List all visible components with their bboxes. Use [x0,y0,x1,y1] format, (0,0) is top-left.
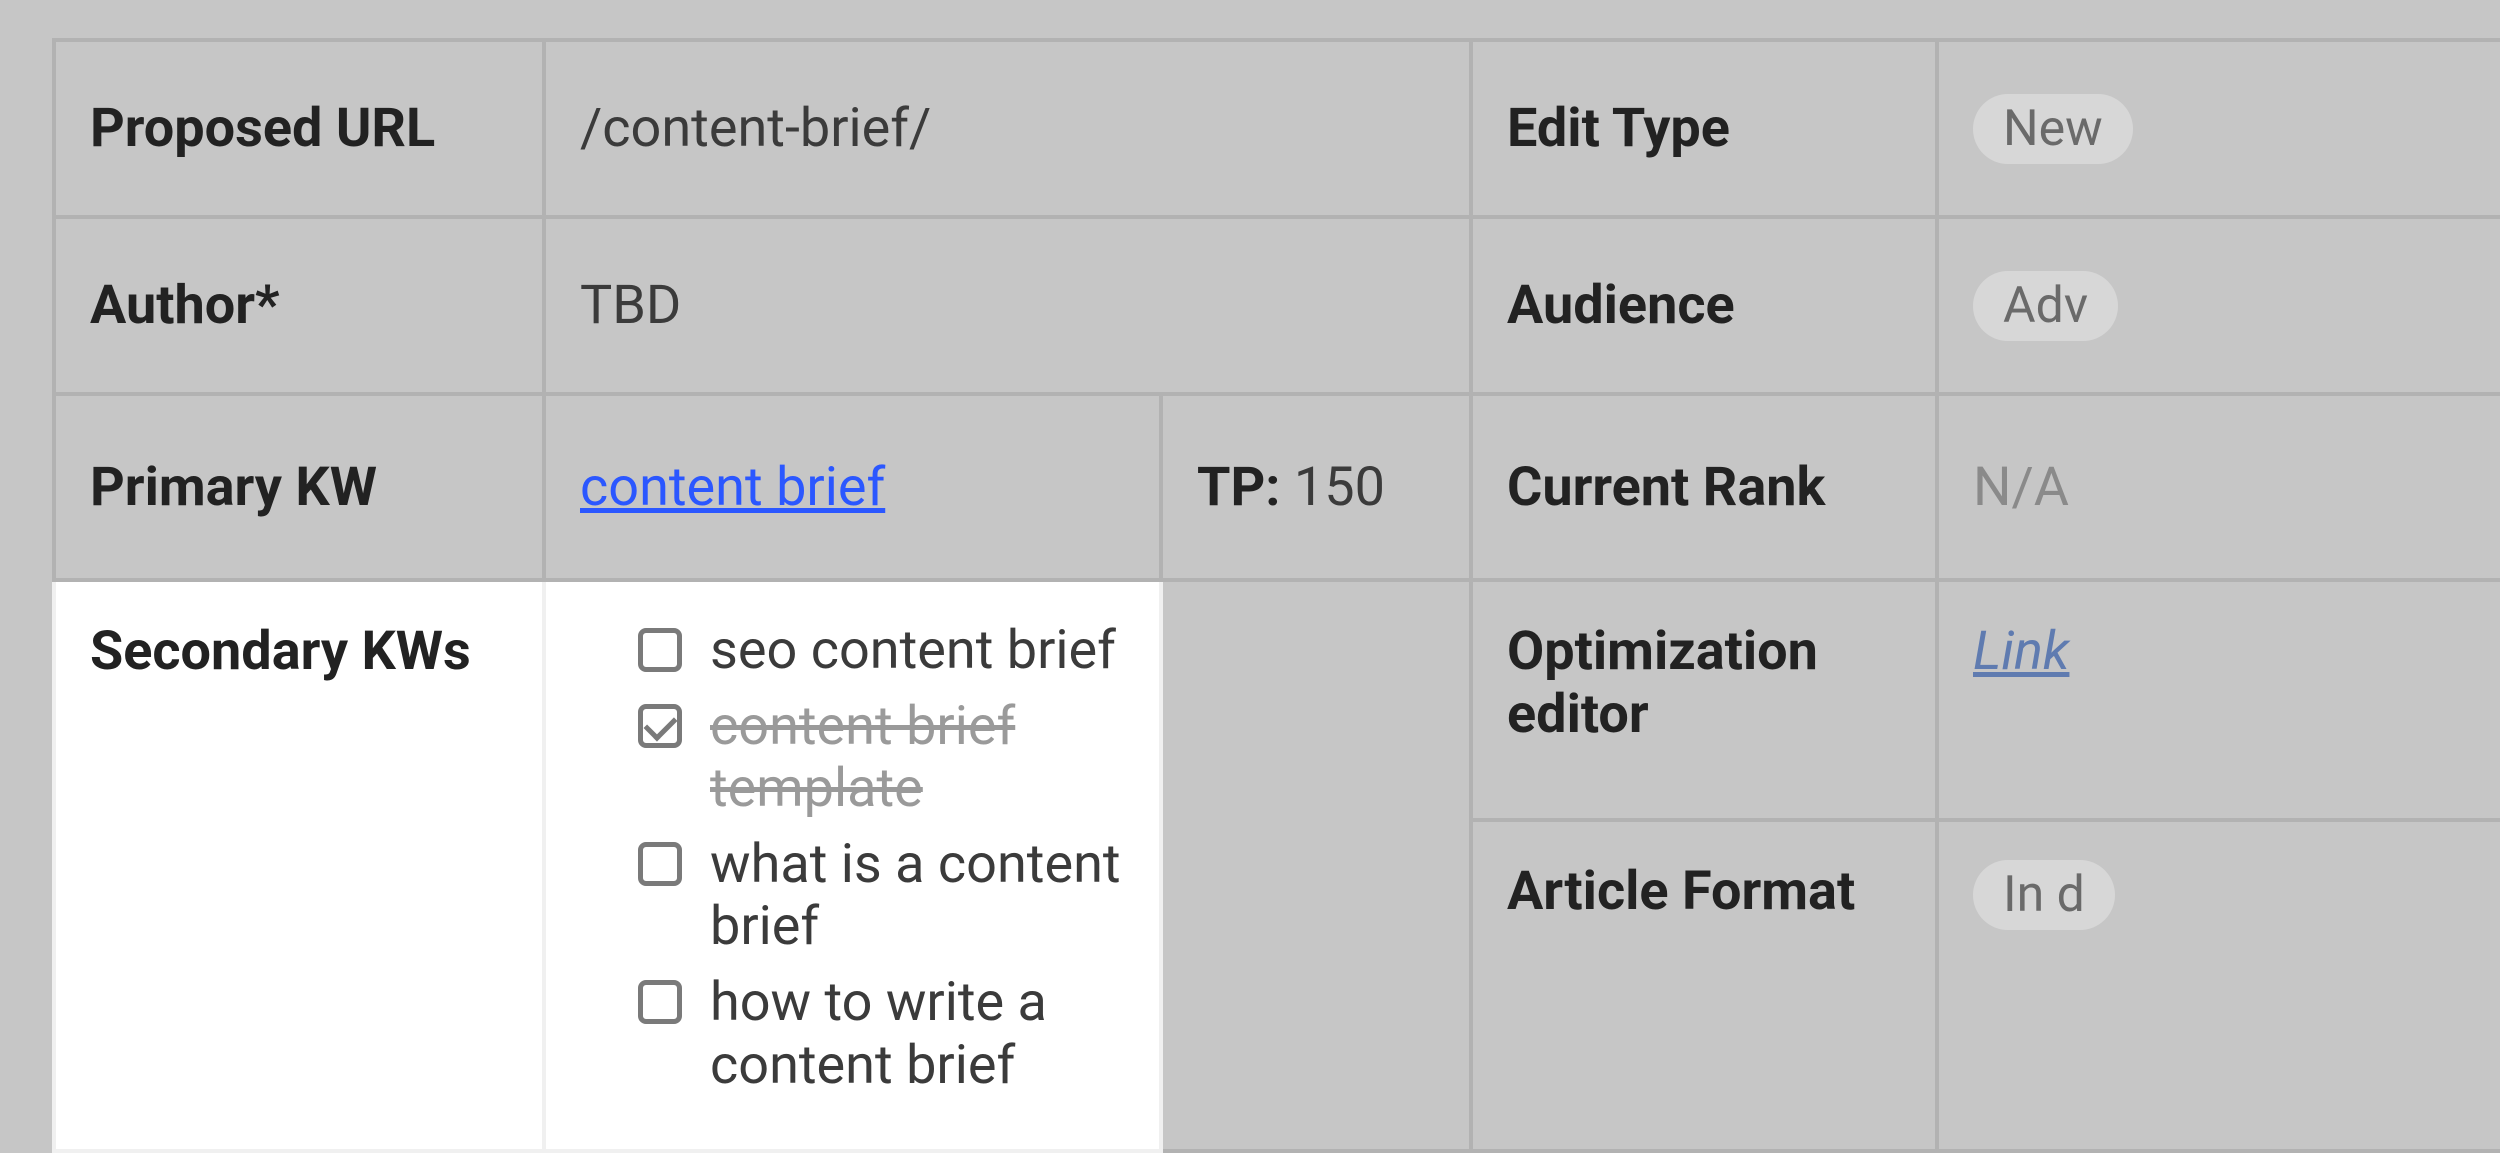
label-primary-kw: Primary KW [54,394,544,580]
secondary-kw-text: seo content brief [710,620,1116,682]
tp-label: TP: [1197,456,1280,519]
value-primary-kw[interactable]: content brief [544,394,1161,580]
checkbox-icon[interactable] [638,628,682,672]
secondary-kw-list: seo content brief content brief template w… [580,620,1125,1097]
label-optimization-editor: Optimization editor [1471,580,1937,820]
secondary-kws-extra [1161,580,1471,1151]
label-author: Author* [54,217,544,394]
value-tp: TP: 150 [1161,394,1471,580]
value-article-format[interactable]: In d [1937,820,2500,1151]
optimization-editor-link[interactable]: Link [1973,620,2069,683]
primary-kw-link[interactable]: content brief [580,456,885,519]
label-current-rank: Current Rank [1471,394,1937,580]
checkbox-icon[interactable] [638,980,682,1024]
secondary-kw-item: seo content brief [638,620,1125,682]
article-format-pill[interactable]: In d [1973,860,2115,930]
value-edit-type[interactable]: New [1937,40,2500,217]
label-article-format: Article Format [1471,820,1937,1151]
secondary-kw-item: what is a content brief [638,834,1125,958]
value-current-rank[interactable]: N/A [1937,394,2500,580]
checkbox-icon[interactable] [638,842,682,886]
value-secondary-kws[interactable]: seo content brief content brief template w… [544,580,1161,1151]
label-secondary-kws: Secondary KWs [54,580,544,1151]
content-brief-table: Proposed URL /content-brief/ Edit Type N… [52,38,2500,1153]
audience-pill[interactable]: Adv [1973,271,2118,341]
row-secondary-kws: Secondary KWs seo content briefcontent b… [54,580,2500,820]
edit-type-pill[interactable]: New [1973,94,2133,164]
row-author: Author* TBD Audience Adv [54,217,2500,394]
label-audience: Audience [1471,217,1937,394]
tp-value: 150 [1294,456,1385,519]
value-optimization-editor[interactable]: Link [1937,580,2500,820]
row-primary-kw: Primary KW content brief TP: 150 Current… [54,394,2500,580]
value-audience[interactable]: Adv [1937,217,2500,394]
secondary-kw-text: what is a content brief [710,834,1125,958]
row-proposed-url: Proposed URL /content-brief/ Edit Type N… [54,40,2500,217]
secondary-kw-text: content brief template [710,696,1125,820]
secondary-kw-item: content brief template [638,696,1125,820]
secondary-kw-text: how to write a content brief [710,972,1125,1096]
label-edit-type: Edit Type [1471,40,1937,217]
value-author[interactable]: TBD [544,217,1471,394]
value-proposed-url[interactable]: /content-brief/ [544,40,1471,217]
label-proposed-url: Proposed URL [54,40,544,217]
secondary-kw-item: how to write a content brief [638,972,1125,1096]
checkbox-icon[interactable] [638,704,682,748]
